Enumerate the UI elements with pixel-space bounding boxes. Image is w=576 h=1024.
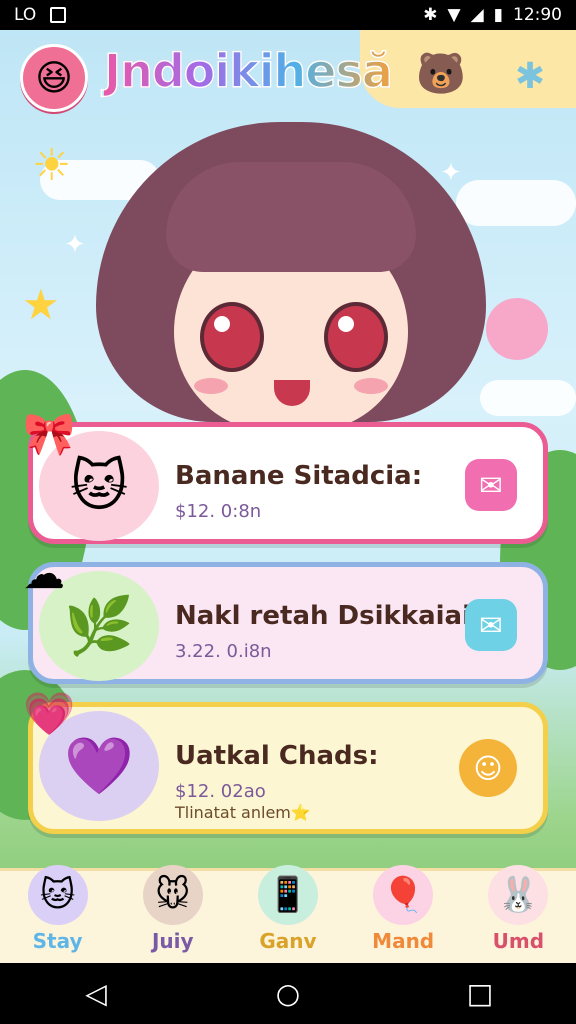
signal-icon: ◢ [470, 5, 484, 25]
character-card-2[interactable]: 🌿 ☁ Nakl retah Dsikkaiai: 3.22. 0.i8n ✉ [23, 549, 548, 684]
app-screen: 😆 Jndoikihesă 🐻 ✱ ☀ ★ ✦ ✦ 🐱 🎀 Banane Sit… [0, 30, 576, 963]
star-icon: ★ [22, 280, 60, 329]
profile-avatar-button[interactable]: 😆 [20, 44, 88, 112]
cloud-decoration [480, 380, 576, 416]
settings-button[interactable]: ✱ [506, 52, 554, 100]
wifi-icon: ▼ [447, 5, 461, 25]
sparkle-icon: ✦ [64, 230, 86, 260]
tab-label: Mand [372, 929, 435, 953]
app-title: Jndoikihesă [103, 43, 393, 99]
gear-icon: ✱ [514, 55, 546, 97]
bottom-tab-bar: 🐱 Stay 🐭 Juiy 📱 Ganv 🎈 Mand 🐰 Umd [0, 865, 576, 963]
card-subtitle: Tlinatat anlem⭐ [175, 803, 311, 822]
chat-icon: ✉ [479, 468, 503, 502]
hero-right-eye [324, 302, 388, 372]
tab-umd[interactable]: 🐰 Umd [468, 865, 568, 953]
character-card-3[interactable]: 💜 💗 Uatkal Chads: $12. 02ao Tlinatat anl… [23, 689, 548, 834]
battery-icon: ▮ [493, 5, 503, 25]
status-bar: LO ✱ ▼ ◢ ▮ 12:90 [0, 0, 576, 30]
hero-blush [354, 378, 388, 394]
card-price: 3.22. 0.i8n [175, 641, 272, 662]
chat-bubble-button[interactable]: ✉ [465, 459, 517, 511]
character-card-1[interactable]: 🐱 🎀 Banane Sitadcia: $12. 0:8n ✉ [23, 409, 548, 544]
laughing-face-icon: 😆 [35, 57, 73, 99]
tab-label: Umd [492, 929, 545, 953]
system-nav-bar: ◁ ○ □ [0, 963, 576, 1024]
status-left-text: LO [14, 5, 37, 25]
lollipop-decoration [486, 298, 548, 360]
heart-bubble-icon: 💗 [23, 689, 76, 738]
tab-label: Ganv [259, 929, 317, 953]
cloud-face-icon: ☁ [23, 549, 65, 598]
card-title: Nakl retah Dsikkaiai: [175, 601, 482, 631]
smile-icon: ☺ [473, 751, 503, 785]
smile-button[interactable]: ☺ [459, 739, 517, 797]
sun-icon: ☀ [32, 140, 72, 191]
card-title: Uatkal Chads: [175, 741, 379, 771]
recents-icon[interactable]: □ [440, 977, 520, 1010]
chat-bubble-button[interactable]: ✉ [465, 599, 517, 651]
hero-left-eye [200, 302, 264, 372]
phone-icon: 📱 [257, 865, 318, 925]
bunny-icon: 🐰 [488, 865, 549, 925]
hero-bangs [166, 162, 416, 272]
chat-icon: ✉ [479, 608, 503, 642]
home-icon[interactable]: ○ [248, 977, 328, 1010]
balloon-icon: 🎈 [373, 865, 434, 925]
cat-icon: 🐱 [27, 865, 88, 925]
vibrate-icon: ✱ [423, 5, 438, 25]
tab-label: Juiy [151, 929, 194, 953]
card-title: Banane Sitadcia: [175, 461, 423, 491]
mouse-icon: 🐭 [142, 865, 203, 925]
tab-ganv[interactable]: 📱 Ganv [238, 865, 338, 953]
back-icon[interactable]: ◁ [56, 977, 136, 1010]
hero-character [96, 122, 486, 452]
card-price: $12. 02ao [175, 781, 266, 802]
bow-icon: 🎀 [23, 409, 76, 458]
tab-juiy[interactable]: 🐭 Juiy [123, 865, 223, 953]
photo-icon [50, 7, 67, 23]
card-price: $12. 0:8n [175, 501, 262, 522]
status-time: 12:90 [513, 5, 562, 25]
bear-icon: 🐻 [416, 51, 466, 97]
hero-blush [194, 378, 228, 394]
tab-stay[interactable]: 🐱 Stay [8, 865, 108, 953]
tab-mand[interactable]: 🎈 Mand [353, 865, 453, 953]
tab-label: Stay [32, 929, 83, 953]
